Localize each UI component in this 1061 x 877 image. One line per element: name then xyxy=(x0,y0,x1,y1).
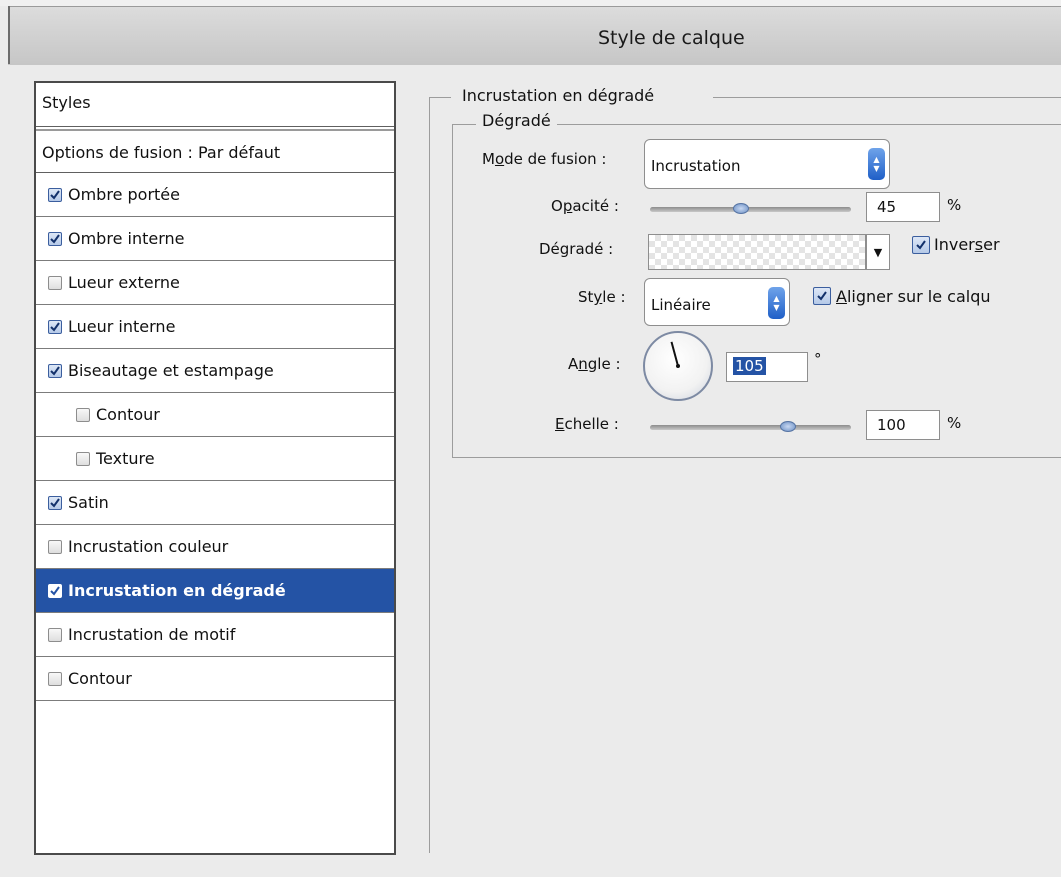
style-item[interactable]: Contour xyxy=(36,393,394,437)
style-item-label: Incrustation en dégradé xyxy=(68,581,286,600)
scale-input[interactable]: 100 xyxy=(866,410,940,440)
style-item-label: Incrustation couleur xyxy=(68,537,229,556)
style-item-label: Biseautage et estampage xyxy=(68,361,274,380)
blend-mode-select[interactable]: Incrustation ▲ ▼ xyxy=(644,139,890,189)
style-value: Linéaire xyxy=(651,296,711,314)
checkbox-icon[interactable] xyxy=(48,539,62,554)
opacity-slider[interactable] xyxy=(650,207,851,212)
gradient-dropdown-button[interactable]: ▼ xyxy=(866,234,890,270)
angle-needle xyxy=(670,341,680,368)
angle-unit: ° xyxy=(814,350,822,368)
style-label: Style : xyxy=(578,288,626,306)
checkbox-checked-icon[interactable] xyxy=(48,583,62,598)
opacity-label: Opacité : xyxy=(551,197,619,215)
angle-dial[interactable] xyxy=(643,331,713,401)
styles-panel: Styles Options de fusion : Par défaut Om… xyxy=(34,81,396,855)
style-list: Ombre portée Ombre interne Lueur externe Lu… xyxy=(36,173,394,701)
style-item-label: Ombre interne xyxy=(68,229,185,248)
checkbox-icon[interactable] xyxy=(48,671,62,686)
scale-label: Echelle : xyxy=(555,415,619,433)
align-with-layer-label[interactable]: Aligner sur le calqu xyxy=(836,287,991,306)
style-item-label: Contour xyxy=(96,405,160,424)
style-item-label: Texture xyxy=(96,449,155,468)
section-rule-right xyxy=(713,97,1061,98)
blend-mode-label: Mode de fusion : xyxy=(482,150,607,168)
checkbox-icon[interactable] xyxy=(76,451,90,466)
reverse-checkbox[interactable] xyxy=(912,236,930,254)
scale-slider-thumb[interactable] xyxy=(779,421,796,432)
style-item-label: Satin xyxy=(68,493,109,512)
gradient-preview[interactable] xyxy=(648,234,866,270)
checkbox-checked-icon[interactable] xyxy=(48,187,62,202)
select-arrows-icon: ▲ ▼ xyxy=(768,287,785,319)
style-item[interactable]: Ombre portée xyxy=(36,173,394,217)
style-item[interactable]: Ombre interne xyxy=(36,217,394,261)
checkmark-icon xyxy=(817,291,827,301)
section-title: Incrustation en dégradé xyxy=(462,86,655,105)
angle-input[interactable]: 105 xyxy=(726,352,808,382)
styles-header[interactable]: Styles xyxy=(36,83,394,127)
checkbox-checked-icon[interactable] xyxy=(48,231,62,246)
reverse-label[interactable]: Inverser xyxy=(934,235,1000,254)
window-title: Style de calque xyxy=(598,27,745,49)
checkbox-icon[interactable] xyxy=(48,275,62,290)
style-select[interactable]: Linéaire ▲ ▼ xyxy=(644,278,790,326)
style-item[interactable]: Incrustation en dégradé xyxy=(36,569,394,613)
style-item-label: Contour xyxy=(68,669,132,688)
style-item[interactable]: Biseautage et estampage xyxy=(36,349,394,393)
style-item[interactable]: Lueur interne xyxy=(36,305,394,349)
blend-mode-value: Incrustation xyxy=(651,157,741,175)
scale-slider[interactable] xyxy=(650,425,851,430)
blending-options-item[interactable]: Options de fusion : Par défaut xyxy=(36,129,394,173)
style-item[interactable]: Contour xyxy=(36,657,394,701)
scale-unit: % xyxy=(947,414,962,432)
angle-value: 105 xyxy=(733,357,766,375)
section-divider xyxy=(429,97,430,853)
angle-label: Angle : xyxy=(568,355,621,373)
style-item[interactable]: Satin xyxy=(36,481,394,525)
align-with-layer-checkbox[interactable] xyxy=(813,287,831,305)
style-item-label: Lueur externe xyxy=(68,273,180,292)
style-item-label: Ombre portée xyxy=(68,185,180,204)
style-item-label: Lueur interne xyxy=(68,317,176,336)
style-item-label: Incrustation de motif xyxy=(68,625,236,644)
style-item[interactable]: Texture xyxy=(36,437,394,481)
section-rule-left xyxy=(429,97,451,98)
select-arrows-icon: ▲ ▼ xyxy=(868,148,885,180)
title-bar[interactable]: Style de calque xyxy=(8,6,1061,65)
checkbox-checked-icon[interactable] xyxy=(48,319,62,334)
checkbox-icon[interactable] xyxy=(76,407,90,422)
style-item[interactable]: Lueur externe xyxy=(36,261,394,305)
style-item[interactable]: Incrustation de motif xyxy=(36,613,394,657)
checkmark-icon xyxy=(916,240,926,250)
checkbox-checked-icon[interactable] xyxy=(48,495,62,510)
checkbox-icon[interactable] xyxy=(48,627,62,642)
opacity-input[interactable]: 45 xyxy=(866,192,940,222)
opacity-unit: % xyxy=(947,196,962,214)
checkbox-checked-icon[interactable] xyxy=(48,363,62,378)
title-bar-edge xyxy=(8,6,10,64)
gradient-label: Dégradé : xyxy=(539,240,614,258)
style-item[interactable]: Incrustation couleur xyxy=(36,525,394,569)
group-title: Dégradé xyxy=(476,111,557,130)
